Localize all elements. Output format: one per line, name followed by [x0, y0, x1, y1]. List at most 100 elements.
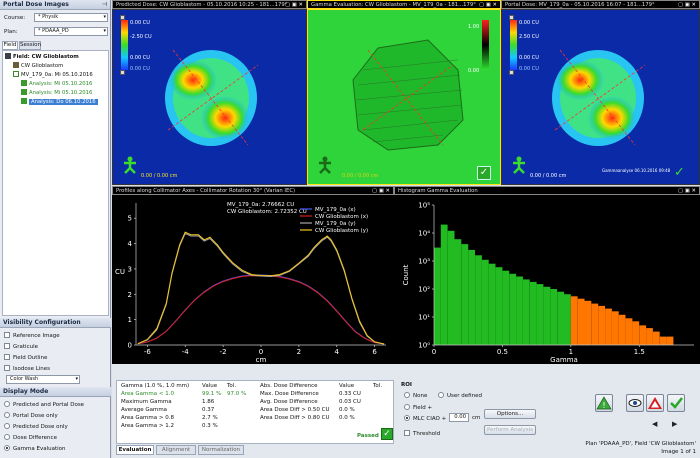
passed-check-icon: ✓: [381, 428, 393, 440]
view-tools-icon[interactable]: ▢ ▣ ✕: [479, 1, 497, 9]
gamma-evaluation-view[interactable]: 1.00 0.00 0.00 / 0.00 cm ✓: [307, 9, 501, 185]
warning-icon[interactable]: !: [595, 394, 613, 412]
roi-user-defined-radio[interactable]: User defined: [438, 392, 482, 399]
options-button[interactable]: Options...: [484, 409, 536, 419]
cbar-down-button[interactable]: [509, 70, 514, 75]
view-tools-icon[interactable]: ▢ ▣ ✕: [285, 1, 303, 9]
threshold-checkbox[interactable]: Threshold: [404, 430, 440, 437]
unit-label: cm: [472, 415, 481, 421]
cbar-up-button[interactable]: [509, 15, 514, 20]
tab-normalization[interactable]: Normalization: [198, 445, 244, 455]
x-tick-label: 0.5: [497, 348, 508, 356]
cbar-label: 0.00 CU: [519, 66, 539, 72]
check-icon: [21, 80, 27, 86]
cbar-up-button[interactable]: [120, 15, 125, 20]
gamma-view-title: Gamma Evaluation: CW Glioblastom - MV_17…: [307, 0, 501, 9]
course-select[interactable]: * Physik ▾: [34, 13, 108, 22]
tree-acquisition[interactable]: MV_179_0a: Mi 05.10.2016: [13, 71, 93, 79]
histogram-chart[interactable]: 0 0.5 1 1.5 10⁰ 10¹ 10² 10³ 10⁴ 10⁵ Gamma Count: [394, 195, 700, 364]
radio-portal-only[interactable]: Portal Dose only: [4, 412, 58, 419]
y-axis-label: CU: [115, 268, 125, 276]
histogram-bar: [454, 239, 462, 345]
table-cell: 0.3 %: [202, 423, 218, 429]
roi-field-radio[interactable]: Field +: [404, 404, 432, 411]
status-plan-field: Plan 'PDAAA_PD', Field 'CW Glioblastom': [585, 441, 696, 447]
graticule-checkbox[interactable]: Graticule: [4, 343, 38, 350]
perform-analysis-button[interactable]: Perform Analysis: [484, 425, 536, 435]
color-mode-select[interactable]: Color Wash ▾: [6, 375, 80, 384]
tree-analysis[interactable]: Analysis: Mi 05.10.2016: [21, 80, 92, 88]
svg-text:!: !: [602, 401, 605, 410]
y-tick-label: 1: [128, 316, 132, 324]
histogram-bar: [536, 284, 544, 345]
profile-chart[interactable]: -6 -4 -2 0 2 4 6 0 1 2 3 4 5 cm CU MV_179_0a: 2.7666…: [112, 195, 394, 364]
histogram-bar: [618, 314, 626, 345]
patient-orientation-icon: [124, 156, 136, 174]
analysis-stamp: Gammaanalyse 06.10.2016 09:48: [602, 168, 671, 173]
y-tick-label: 5: [128, 215, 132, 223]
radio-predicted-only[interactable]: Predicted Dose only: [4, 423, 68, 430]
reject-icon[interactable]: [646, 394, 664, 412]
radio-gamma-evaluation[interactable]: Gamma Evaluation: [4, 445, 66, 452]
histogram-bar: [659, 336, 667, 345]
cursor-readout-line: CW Glioblastom: 2.72352 CU: [227, 209, 307, 215]
plan-select[interactable]: * PDAAA_PD ▾: [34, 27, 108, 36]
x-tick-label: 1.5: [634, 348, 645, 356]
histogram-bar: [591, 303, 599, 345]
tab-evaluation[interactable]: Evaluation: [116, 445, 154, 455]
cbar-label: 0.00 CU: [130, 66, 150, 72]
table-cell: 0.0 %: [339, 415, 355, 421]
patient-orientation-icon: [513, 156, 525, 174]
x-tick-label: 4: [335, 348, 340, 356]
view-tools-icon[interactable]: ▢ ▣ ✕: [678, 187, 696, 195]
eye-icon[interactable]: [626, 394, 644, 412]
previous-image-icon[interactable]: ◀: [652, 420, 657, 428]
portal-colorbar: [510, 20, 517, 70]
histogram-bar: [488, 263, 496, 345]
approve-icon[interactable]: [667, 394, 685, 412]
portal-view-title: Portal Dose: MV_179_0a - 05.10.2016 16:0…: [501, 0, 700, 9]
portal-dose-view[interactable]: 0.00 CU 2.50 CU 0.00 CU 0.00 CU 0.00 / 0…: [501, 9, 700, 185]
cbar-label: 0.00: [468, 68, 480, 74]
y-axis-label: Count: [402, 264, 410, 285]
next-image-icon[interactable]: ▶: [672, 420, 677, 428]
tree-analysis-selected[interactable]: Analysis: Do 06.10.2016: [21, 98, 98, 106]
tab-field[interactable]: Field: [2, 41, 18, 50]
x-tick-label: 2: [297, 348, 301, 356]
isodose-lines-checkbox[interactable]: Isodose Lines: [4, 365, 50, 372]
roi-none-radio[interactable]: None: [404, 392, 427, 399]
radio-predicted-portal[interactable]: Predicted and Portal Dose: [4, 401, 84, 408]
panel-title: Portal Dose Images: [0, 0, 110, 10]
cbar-label: 2.50 CU: [519, 34, 539, 40]
table-header: Tol.: [373, 383, 383, 389]
field-icon: [5, 53, 11, 59]
table-cell: 97.0 %: [227, 391, 247, 397]
tree-analysis[interactable]: Analysis: Mi 05.10.2016: [21, 89, 92, 97]
status-image-count: Image 1 of 1: [661, 449, 696, 455]
gamma-colorbar: [482, 20, 489, 70]
view-tools-icon[interactable]: ▢ ▣ ✕: [372, 187, 390, 195]
roi-margin-input[interactable]: 0.00: [449, 413, 469, 422]
roi-mlc-radio[interactable]: MLC CIAO +: [404, 415, 446, 422]
view-tools-icon[interactable]: ▢ ▣ ✕: [678, 1, 696, 9]
cursor-readout-line: MV_179_0a: 2.76662 CU: [227, 202, 294, 208]
radio-dose-difference[interactable]: Dose Difference: [4, 434, 57, 441]
legend-entry: CW Glioblastom (y): [315, 228, 368, 234]
tab-session[interactable]: Session: [19, 41, 41, 50]
histogram-bar: [611, 311, 619, 345]
field-outline-checkbox[interactable]: Field Outline: [4, 354, 47, 361]
predicted-dose-view[interactable]: 0.00 CU -2.50 CU 0.00 CU 0.00 CU 0.00 / …: [112, 9, 307, 185]
legend-entry: CW Glioblastom (x): [315, 214, 368, 220]
reference-image-checkbox[interactable]: Reference Image: [4, 332, 60, 339]
table-cell: 0.33 CU: [339, 391, 361, 397]
histogram-bar: [529, 281, 537, 345]
tab-alignment[interactable]: Alignment: [156, 445, 196, 455]
pin-icon[interactable]: ⊣: [102, 1, 107, 8]
histogram-bar: [625, 318, 633, 345]
tree-field[interactable]: Field: CW Glioblastom: [5, 53, 79, 61]
table-cell: 0.37: [202, 407, 215, 413]
table-header: Tol.: [227, 383, 237, 389]
check-icon: [21, 98, 27, 104]
cbar-down-button[interactable]: [120, 70, 125, 75]
tree-image[interactable]: CW Glioblastom: [13, 62, 63, 70]
